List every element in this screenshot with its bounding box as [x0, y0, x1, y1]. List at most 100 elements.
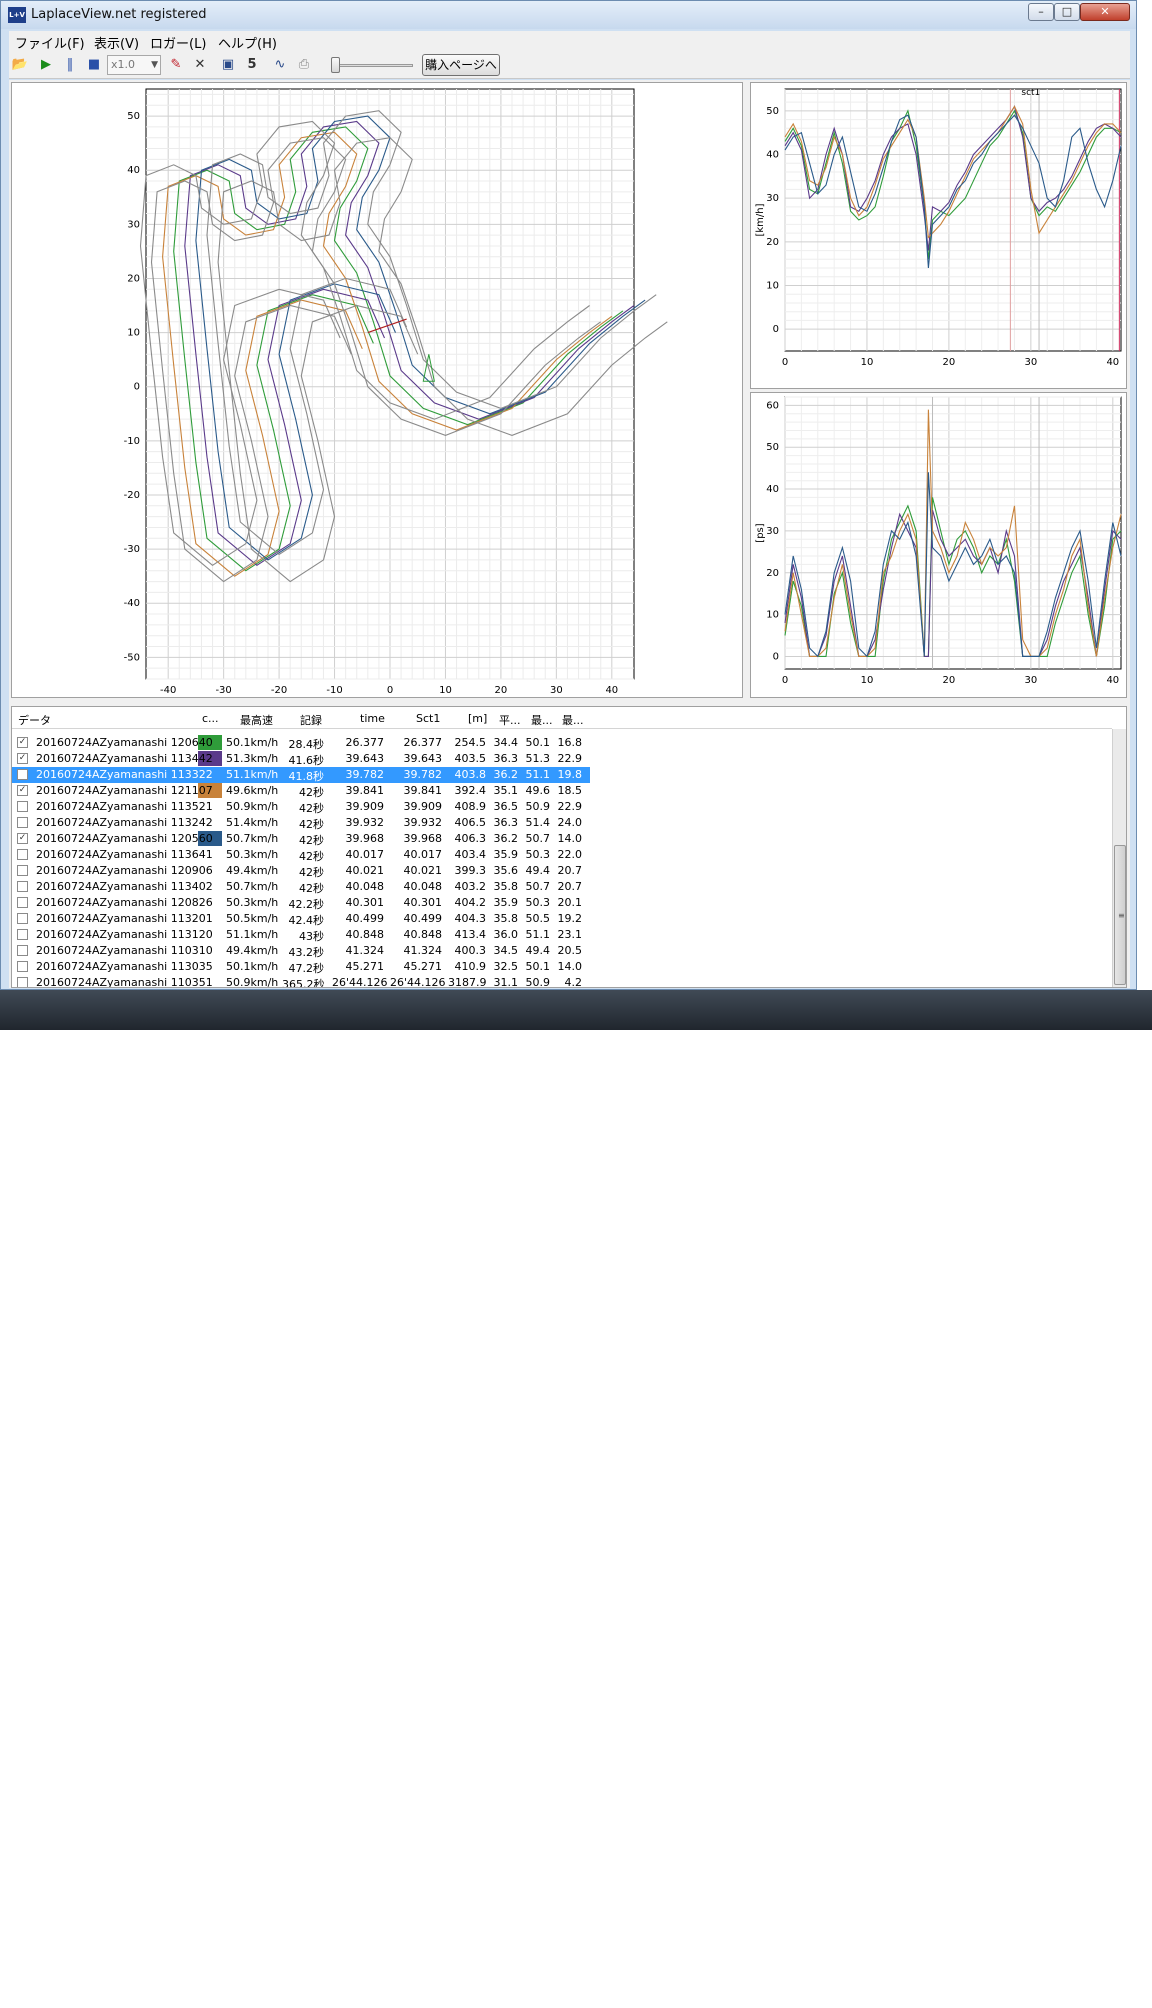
chart-x-tick-label: 40 — [1106, 675, 1119, 686]
row-time: 26.377 — [345, 736, 385, 749]
table-row[interactable]: 20160724AZyamanashi 113242 51.4km/h 42秒 39.… — [12, 815, 590, 831]
table-row[interactable]: ✓ 20160724AZyamanashi 120560 50.7km/h 42秒 39… — [12, 831, 590, 847]
graph-icon[interactable]: ∿ — [271, 56, 289, 74]
chart-y-tick-label: 10 — [766, 281, 779, 292]
power-chart[interactable]: 0 10 20 30 40 60 50 40 30 20 10 0 [ps] — [751, 393, 1126, 697]
row-time: 39.968 — [345, 832, 385, 845]
row-meters: 404.3 — [454, 912, 487, 925]
export-icon[interactable]: ▣ — [219, 56, 237, 74]
row-checkbox[interactable] — [17, 929, 28, 940]
speed-chart-panel[interactable]: 0 10 20 30 40 50 40 30 20 10 0 [km/h] sct1 — [750, 82, 1127, 389]
row-time: 39.782 — [345, 768, 385, 781]
chart-x-tick-label: 30 — [1024, 675, 1037, 686]
print-icon[interactable]: ⎙ — [295, 56, 313, 74]
map-y-tick-label: -40 — [124, 598, 140, 609]
table-row[interactable]: 20160724AZyamanashi 113201 50.5km/h 42.4秒 4… — [12, 911, 590, 927]
col-meters[interactable]: [m] — [468, 712, 487, 725]
col-record[interactable]: 記録 — [300, 712, 322, 728]
row-meters: 400.3 — [454, 944, 487, 957]
table-scrollbar[interactable]: ≡ — [1112, 729, 1126, 987]
col-min[interactable]: 最... — [562, 712, 584, 728]
play-icon[interactable]: ▶ — [37, 56, 55, 74]
row-meters: 403.8 — [454, 768, 487, 781]
table-row[interactable]: 20160724AZyamanashi 113322 51.1km/h 41.8秒 3… — [12, 767, 590, 783]
maximize-button[interactable]: □ — [1054, 3, 1080, 21]
table-row[interactable]: 20160724AZyamanashi 113641 50.3km/h 42秒 40.… — [12, 847, 590, 863]
power-chart-panel[interactable]: 0 10 20 30 40 60 50 40 30 20 10 0 [ps] — [750, 392, 1127, 698]
row-checkbox[interactable] — [17, 881, 28, 892]
col-sct1[interactable]: Sct1 — [416, 712, 440, 725]
table-row[interactable]: 20160724AZyamanashi 113521 50.9km/h 42秒 39.… — [12, 799, 590, 815]
col-time[interactable]: time — [360, 712, 385, 725]
row-checkbox[interactable]: ✓ — [17, 737, 28, 748]
buy-page-button[interactable]: 購入ページへ — [422, 54, 500, 76]
stop-icon[interactable]: ■ — [85, 56, 103, 74]
row-checkbox[interactable] — [17, 769, 28, 780]
col-max[interactable]: 最... — [531, 712, 553, 728]
track-map-chart[interactable]: -40 -30 -20 -10 0 10 20 30 40 50 40 30 20 10 0 -10 -20 -3… — [12, 83, 742, 697]
table-row[interactable]: 20160724AZyamanashi 113120 51.1km/h 43秒 40.… — [12, 927, 590, 943]
row-average: 34.4 — [493, 736, 519, 749]
speed-chart[interactable]: 0 10 20 30 40 50 40 30 20 10 0 [km/h] sct1 — [751, 83, 1126, 388]
minimize-button[interactable]: – — [1028, 3, 1054, 21]
row-record: 42.2秒 — [288, 898, 325, 911]
row-checkbox[interactable] — [17, 913, 28, 924]
table-row[interactable]: ✓ 20160724AZyamanashi 120640 50.1km/h 28.4秒… — [12, 735, 590, 751]
table-row[interactable]: 20160724AZyamanashi 120826 50.3km/h 42.2秒 4… — [12, 895, 590, 911]
row-checkbox[interactable] — [17, 977, 28, 987]
row-checkbox[interactable] — [17, 961, 28, 972]
main-area: -40 -30 -20 -10 0 10 20 30 40 50 40 30 20 10 0 -10 -20 -3… — [9, 80, 1130, 988]
row-checkbox[interactable] — [17, 865, 28, 876]
table-row[interactable]: ✓ 20160724AZyamanashi 121107 49.6km/h 42秒 39… — [12, 783, 590, 799]
row-name: 20160724AZyamanashi 113521 — [36, 800, 213, 813]
pen-icon[interactable]: ✎ — [167, 56, 185, 74]
zoom-select[interactable]: x1.0 ▼ — [107, 55, 161, 75]
row-checkbox[interactable]: ✓ — [17, 833, 28, 844]
scrollbar-thumb[interactable]: ≡ — [1114, 845, 1126, 985]
table-row[interactable]: ✓ 20160724AZyamanashi 113442 51.3km/h 41.6秒… — [12, 751, 590, 767]
row-checkbox[interactable]: ✓ — [17, 785, 28, 796]
title-bar[interactable]: L+V LaplaceView.net registered – □ ✕ — [1, 1, 1136, 29]
map-x-tick-label: -30 — [215, 685, 231, 696]
menu-logger[interactable]: ロガー(L) — [150, 33, 206, 52]
row-checkbox[interactable] — [17, 817, 28, 828]
col-max-speed[interactable]: 最高速 — [240, 712, 273, 728]
menu-help[interactable]: ヘルプ(H) — [218, 33, 277, 52]
row-checkbox[interactable]: ✓ — [17, 753, 28, 764]
map-y-tick-label: -50 — [124, 652, 140, 663]
slider-thumb[interactable] — [331, 57, 340, 73]
col-average[interactable]: 平... — [499, 712, 521, 728]
track-map-panel[interactable]: -40 -30 -20 -10 0 10 20 30 40 50 40 30 20 10 0 -10 -20 -3… — [11, 82, 743, 698]
number-icon[interactable]: 5 — [243, 56, 261, 74]
table-row[interactable]: 20160724AZyamanashi 113402 50.7km/h 42秒 40.… — [12, 879, 590, 895]
table-row[interactable]: 20160724AZyamanashi 110351 50.9km/h 365.2秒… — [12, 975, 590, 987]
table-row[interactable]: 20160724AZyamanashi 110310 49.4km/h 43.2秒 4… — [12, 943, 590, 959]
row-checkbox[interactable] — [17, 897, 28, 908]
chevron-down-icon: ▼ — [151, 60, 158, 70]
row-sct1: 40.499 — [403, 912, 443, 925]
col-data[interactable]: データ — [18, 712, 51, 728]
row-time: 39.909 — [345, 800, 385, 813]
row-max-speed: 50.3km/h — [226, 896, 279, 909]
menu-file[interactable]: ファイル(F) — [15, 33, 85, 52]
row-max-speed: 50.7km/h — [226, 880, 279, 893]
open-folder-icon[interactable]: 📂 — [11, 56, 29, 74]
table-row[interactable]: 20160724AZyamanashi 120906 49.4km/h 42秒 40.… — [12, 863, 590, 879]
pause-icon[interactable]: ‖ — [61, 56, 79, 74]
row-time: 39.643 — [345, 752, 385, 765]
row-checkbox[interactable] — [17, 801, 28, 812]
row-max-speed: 51.1km/h — [226, 768, 279, 781]
delete-icon[interactable]: ✕ — [191, 56, 209, 74]
table-row[interactable]: 20160724AZyamanashi 113035 50.1km/h 47.2秒 4… — [12, 959, 590, 975]
chart-y-axis-label: [ps] — [755, 523, 766, 542]
row-average: 36.3 — [493, 816, 519, 829]
chart-plot-area — [784, 396, 1122, 670]
chart-x-tick-label: 40 — [1106, 357, 1119, 368]
row-checkbox[interactable] — [17, 849, 28, 860]
playback-slider[interactable] — [329, 57, 415, 73]
menu-view[interactable]: 表示(V) — [94, 33, 139, 52]
col-color[interactable]: c... — [202, 712, 219, 725]
close-button[interactable]: ✕ — [1080, 3, 1130, 21]
ime-indicator[interactable]: A 般 — [1040, 1988, 1068, 2008]
row-checkbox[interactable] — [17, 945, 28, 956]
